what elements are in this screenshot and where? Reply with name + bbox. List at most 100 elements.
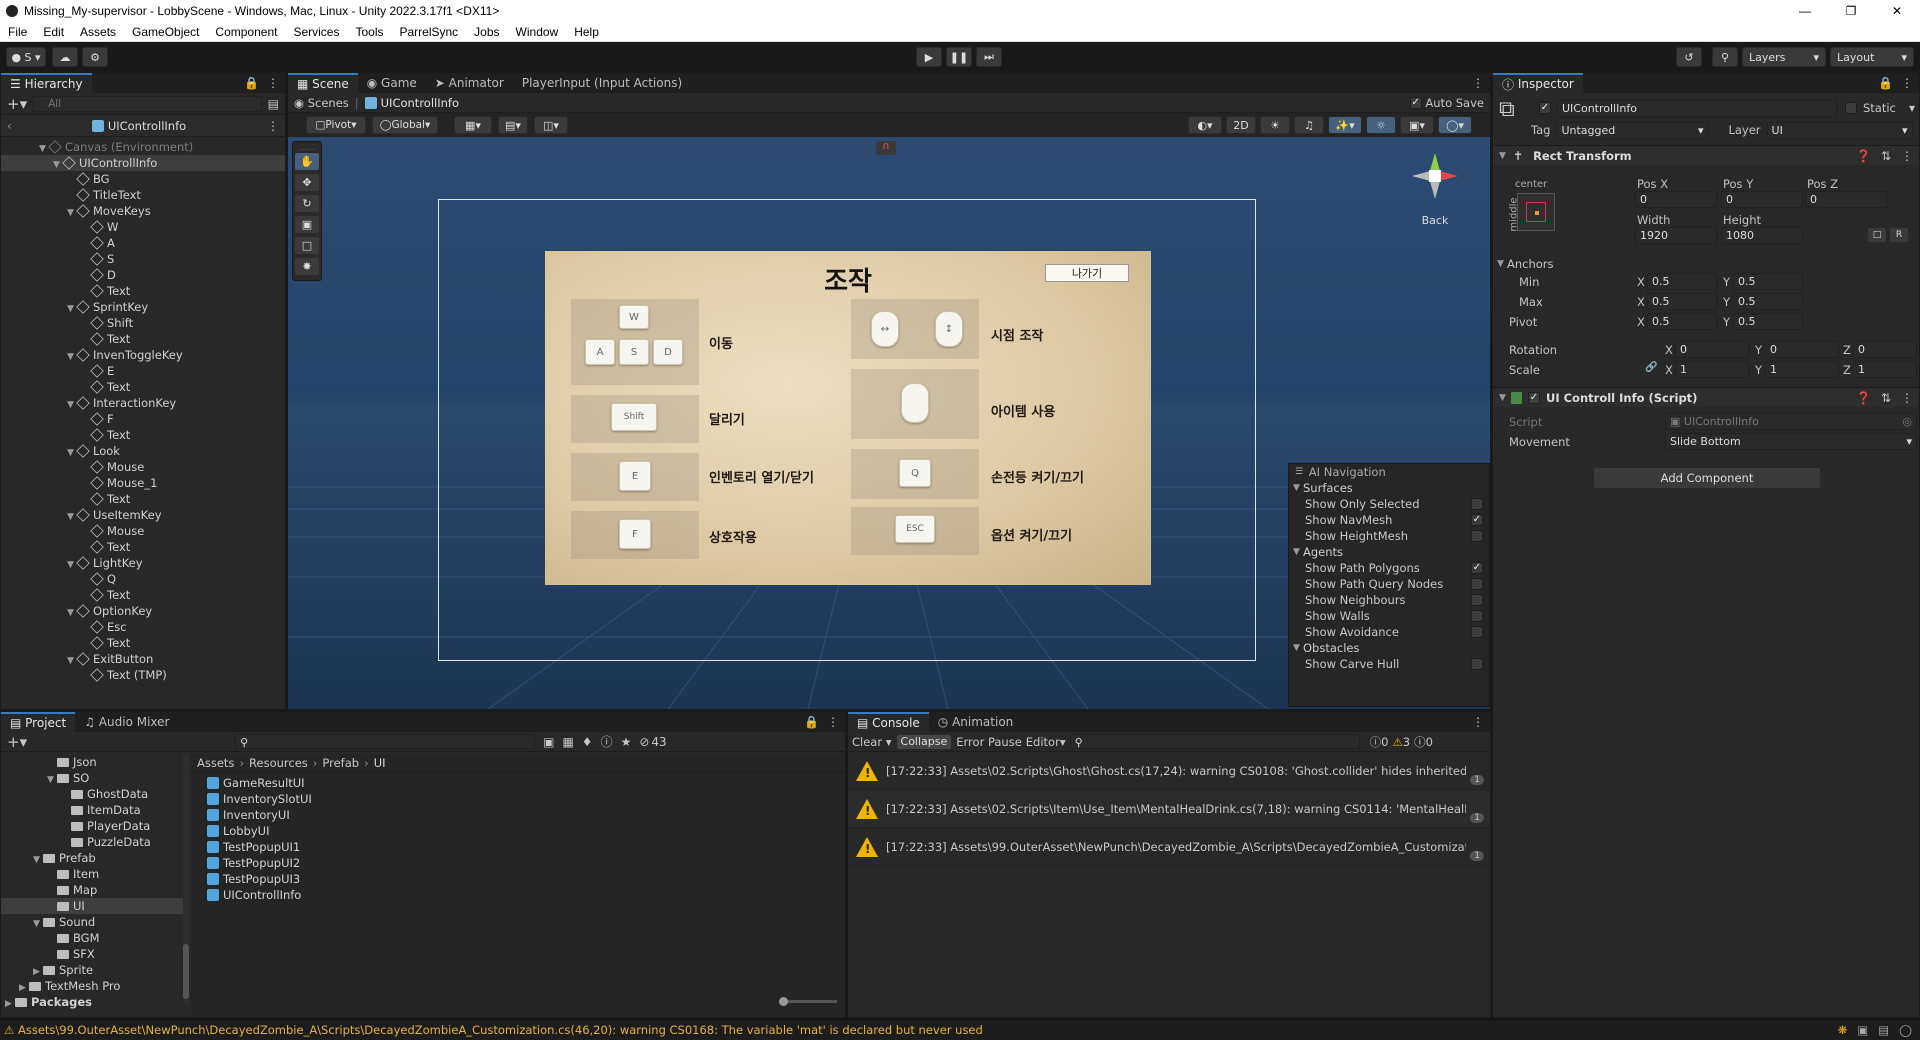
hierarchy-item[interactable]: ▼ ExitButton: [1, 651, 285, 667]
hierarchy-item[interactable]: Text: [1, 283, 285, 299]
console-message[interactable]: ! [17:22:33] Assets\02.Scripts\Ghost\Ghos…: [848, 752, 1490, 790]
account-button[interactable]: ● S ▾: [6, 47, 46, 67]
script-field[interactable]: ▣ UIControllInfo ◎: [1665, 413, 1917, 430]
effects-button[interactable]: ✨▾: [1328, 116, 1362, 134]
expand-arrow-icon[interactable]: ▼: [47, 772, 57, 788]
prefab-file[interactable]: LobbyUI: [207, 823, 845, 839]
prefab-file[interactable]: UIControllInfo: [207, 887, 845, 903]
hierarchy-item[interactable]: ▼ Look: [1, 443, 285, 459]
hierarchy-item[interactable]: Mouse: [1, 459, 285, 475]
type-filter-icon[interactable]: ▦: [562, 735, 573, 749]
hierarchy-item[interactable]: Shift: [1, 315, 285, 331]
lock-icon[interactable]: 🔒: [1878, 76, 1893, 90]
menu-file[interactable]: File: [0, 25, 35, 39]
scale-y[interactable]: 1: [1765, 361, 1839, 378]
expand-arrow-icon[interactable]: ▶: [5, 996, 15, 1012]
ai-nav-option-checkbox[interactable]: ✓: [1471, 562, 1483, 574]
scene-viewport[interactable]: ✋ ✥ ↻ ▣ □ ✸ ∩ Back 조작 나가기 W A S D 이동 Shi…: [288, 137, 1490, 709]
favorite-icon[interactable]: ★: [621, 735, 632, 749]
rotation-x[interactable]: 0: [1675, 341, 1749, 358]
breadcrumb-prefab[interactable]: UIControllInfo: [381, 96, 459, 110]
project-folder[interactable]: PlayerData: [1, 818, 185, 834]
hierarchy-item[interactable]: ▼ UIControllInfo: [1, 155, 285, 171]
minimize-button[interactable]: —: [1782, 4, 1828, 18]
expand-arrow-icon[interactable]: ▼: [53, 157, 63, 173]
blueprint-mode-button[interactable]: □: [1867, 227, 1887, 243]
project-folder[interactable]: BGM: [1, 930, 185, 946]
tab-animation[interactable]: ◷ Animation: [929, 712, 1022, 732]
error-filter[interactable]: ⓘ0: [1414, 734, 1433, 750]
hierarchy-item[interactable]: ▼ LightKey: [1, 555, 285, 571]
scale-x[interactable]: 1: [1675, 361, 1749, 378]
menu-edit[interactable]: Edit: [35, 25, 72, 39]
bug-icon[interactable]: ❋: [1838, 1023, 1848, 1037]
ai-nav-option-checkbox[interactable]: [1471, 626, 1483, 638]
hierarchy-item[interactable]: Text: [1, 587, 285, 603]
ai-nav-option-checkbox[interactable]: ✓: [1471, 514, 1483, 526]
close-button[interactable]: ✕: [1874, 4, 1920, 18]
hierarchy-item[interactable]: Q: [1, 571, 285, 587]
filter-icon[interactable]: ▤: [268, 97, 279, 111]
editor-dropdown[interactable]: Editor▾: [1026, 735, 1066, 749]
search-button[interactable]: ⚲: [1712, 47, 1738, 67]
expand-arrow-icon[interactable]: ▼: [33, 852, 43, 868]
hierarchy-item[interactable]: ▼ OptionKey: [1, 603, 285, 619]
lock-icon[interactable]: 🔒: [244, 76, 259, 90]
snap-increment-button[interactable]: ▤▾: [498, 116, 528, 134]
hierarchy-item[interactable]: ▼ InvenToggleKey: [1, 347, 285, 363]
clear-button[interactable]: Clear ▾: [852, 735, 892, 749]
play-button[interactable]: ▶: [916, 47, 942, 67]
ai-nav-section[interactable]: ▼ Obstacles: [1289, 640, 1489, 656]
hierarchy-item[interactable]: F: [1, 411, 285, 427]
rotate-tool[interactable]: ↻: [294, 194, 320, 213]
menu-parrelsync[interactable]: ParrelSync: [391, 25, 466, 39]
add-component-button[interactable]: Add Component: [1593, 467, 1821, 489]
project-folder[interactable]: ▼ Prefab: [1, 850, 185, 866]
ai-nav-option-checkbox[interactable]: [1471, 578, 1483, 590]
tab-hierarchy[interactable]: ☰ Hierarchy: [1, 73, 92, 93]
raw-edit-button[interactable]: R: [1889, 227, 1909, 243]
label-filter-icon[interactable]: ♦: [582, 735, 593, 749]
hierarchy-item[interactable]: Mouse: [1, 523, 285, 539]
menu-window[interactable]: Window: [508, 25, 567, 39]
hierarchy-item[interactable]: ▼ SprintKey: [1, 299, 285, 315]
hierarchy-item[interactable]: Text: [1, 331, 285, 347]
project-folder[interactable]: ItemData: [1, 802, 185, 818]
prefab-file[interactable]: InventorySlotUI: [207, 791, 845, 807]
ai-nav-section[interactable]: ▼ Surfaces: [1289, 480, 1489, 496]
visibility-button[interactable]: ☼: [1366, 116, 1396, 134]
console-message[interactable]: ! [17:22:33] Assets\02.Scripts\Item\Use_I…: [848, 790, 1490, 828]
more-icon[interactable]: ⋮: [1901, 76, 1913, 90]
expand-arrow-icon[interactable]: ▼: [67, 653, 77, 669]
posy-field[interactable]: 0: [1721, 191, 1803, 208]
ai-nav-header[interactable]: ☰ AI Navigation: [1289, 464, 1489, 480]
expand-arrow-icon[interactable]: ▼: [33, 916, 43, 932]
path-prefab[interactable]: Prefab: [322, 756, 359, 770]
more-icon[interactable]: ⋮: [827, 715, 839, 729]
tag-dropdown[interactable]: Untagged ▾: [1556, 121, 1709, 139]
tab-console[interactable]: ▤ Console: [848, 712, 929, 732]
expand-arrow-icon[interactable]: ▼: [39, 141, 49, 157]
add-icon[interactable]: +▾: [7, 733, 27, 751]
prefab-file[interactable]: GameResultUI: [207, 775, 845, 791]
back-arrow-icon[interactable]: ‹: [7, 119, 12, 133]
pivot-x[interactable]: 0.5: [1647, 313, 1717, 330]
scale-tool[interactable]: ▣: [294, 215, 320, 234]
link-scale-icon[interactable]: 🔗: [1645, 362, 1657, 373]
anchor-max-x[interactable]: 0.5: [1647, 293, 1717, 310]
prefab-file[interactable]: TestPopupUI3: [207, 871, 845, 887]
project-folder[interactable]: ▶ Packages: [1, 994, 185, 1010]
lock-icon[interactable]: 🔒: [804, 715, 819, 729]
ai-nav-option-checkbox[interactable]: [1471, 530, 1483, 542]
more-icon[interactable]: ⋮: [1901, 391, 1913, 405]
progress-icon[interactable]: ◯: [1899, 1023, 1912, 1037]
hierarchy-item[interactable]: Text: [1, 379, 285, 395]
zoom-slider-handle[interactable]: [779, 997, 788, 1006]
console-message[interactable]: ! [17:22:33] Assets\99.OuterAsset\NewPunc…: [848, 828, 1490, 866]
tab-audio-mixer[interactable]: ♫ Audio Mixer: [75, 712, 178, 732]
scale-z[interactable]: 1: [1853, 361, 1917, 378]
height-field[interactable]: 1080: [1721, 227, 1803, 244]
project-folder[interactable]: SFX: [1, 946, 185, 962]
project-folder[interactable]: PuzzleData: [1, 834, 185, 850]
presets-icon[interactable]: ⇅: [1881, 149, 1891, 163]
